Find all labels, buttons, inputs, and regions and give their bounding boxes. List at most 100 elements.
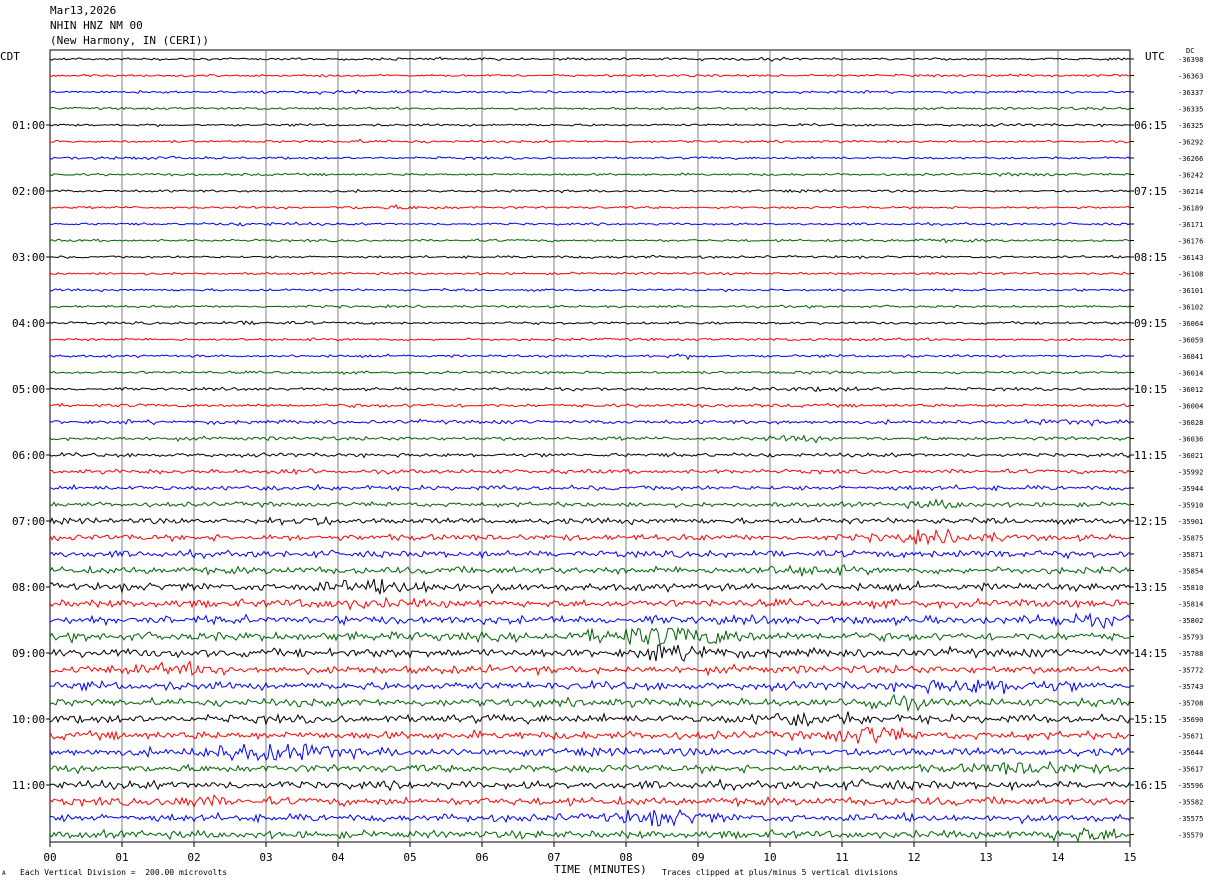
dc-offset-label: -36004: [1178, 403, 1203, 411]
left-time-label: 11:00: [12, 779, 45, 792]
dc-offset-label: -35875: [1178, 535, 1203, 543]
dc-offset-label: -35772: [1178, 667, 1203, 675]
trace-line: [49, 337, 1131, 342]
trace-line: [49, 515, 1131, 527]
trace-line: [49, 726, 1131, 744]
left-time-label: 09:00: [12, 647, 45, 660]
left-time-label: 04:00: [12, 317, 45, 330]
dc-offset-label: -35575: [1178, 815, 1203, 823]
dc-offset-label: -36064: [1178, 320, 1203, 328]
trace-line: [49, 188, 1131, 194]
x-tick-label: 13: [979, 851, 992, 864]
dc-offset-label: -36242: [1178, 172, 1203, 180]
trace-line: [49, 612, 1131, 630]
trace-line: [49, 434, 1131, 444]
dc-offset-label: -36335: [1178, 106, 1203, 114]
right-time-label: 11:15: [1134, 449, 1167, 462]
dc-offset-label: -35708: [1178, 700, 1203, 708]
dc-offset-label: -35871: [1178, 551, 1203, 559]
dc-offset-label: -36176: [1178, 238, 1203, 246]
trace-line: [49, 528, 1131, 546]
dc-offset-label: -36102: [1178, 304, 1203, 312]
left-time-label: 07:00: [12, 515, 45, 528]
x-tick-label: 04: [331, 851, 345, 864]
right-time-label: 12:15: [1134, 515, 1167, 528]
x-tick-label: 09: [691, 851, 704, 864]
x-tick-label: 01: [115, 851, 128, 864]
dc-offset-label: -35992: [1178, 469, 1203, 477]
trace-line: [49, 138, 1131, 144]
dc-offset-label: -36101: [1178, 287, 1203, 295]
trace-line: [49, 204, 1131, 210]
trace-line: [49, 644, 1131, 662]
dc-offset-label: -36028: [1178, 419, 1203, 427]
right-time-label: 16:15: [1134, 779, 1167, 792]
dc-offset-label: -36292: [1178, 139, 1203, 147]
trace-line: [49, 626, 1131, 646]
right-time-label: 07:15: [1134, 185, 1167, 198]
trace-line: [49, 89, 1131, 95]
dc-offset-label: -35910: [1178, 502, 1203, 510]
x-tick-label: 10: [763, 851, 776, 864]
trace-line: [49, 596, 1131, 611]
dc-offset-label: -35944: [1178, 485, 1203, 493]
dc-offset-label: -36266: [1178, 155, 1203, 163]
dc-offset-label: -36036: [1178, 436, 1203, 444]
dc-offset-label: -35671: [1178, 733, 1203, 741]
dc-offset-label: -36171: [1178, 221, 1203, 229]
left-time-label: 08:00: [12, 581, 45, 594]
corner-mark: A: [2, 870, 6, 877]
dc-offset-label: -35644: [1178, 749, 1203, 757]
trace-line: [49, 287, 1131, 293]
dc-offset-label: -36012: [1178, 386, 1203, 394]
right-time-label: 13:15: [1134, 581, 1167, 594]
right-time-label: 06:15: [1134, 119, 1167, 132]
trace-line: [49, 238, 1131, 244]
trace-line: [49, 760, 1131, 775]
dc-offset-label: -35788: [1178, 650, 1203, 658]
clip-note: Traces clipped at plus/minus 5 vertical …: [662, 868, 899, 877]
x-tick-label: 14: [1051, 851, 1065, 864]
dc-offset-label: -35814: [1178, 601, 1203, 609]
dc-offset-label: -36021: [1178, 452, 1203, 460]
helicorder-plot: 00 01 02 03 04 05 06 07 08 09 10 11 12 13 14 15-36398-3…: [12, 49, 1203, 864]
trace-line: [49, 564, 1131, 577]
x-axis-title: TIME (MINUTES): [554, 863, 647, 876]
dc-offset-label: -36214: [1178, 188, 1203, 196]
x-tick-label: 05: [403, 851, 416, 864]
trace-line: [49, 386, 1130, 393]
trace-line: [49, 402, 1131, 409]
dc-offset-label: -36325: [1178, 122, 1203, 130]
trace-line: [49, 498, 1131, 510]
dc-offset-label: -35743: [1178, 683, 1203, 691]
trace-line: [49, 122, 1131, 128]
right-time-label: 15:15: [1134, 713, 1167, 726]
x-tick-label: 03: [259, 851, 272, 864]
dc-offset-label: -36337: [1178, 89, 1203, 97]
trace-line: [49, 548, 1131, 560]
left-time-label: 03:00: [12, 251, 45, 264]
right-time-label: 08:15: [1134, 251, 1167, 264]
dc-offset-label: -35617: [1178, 766, 1203, 774]
trace-line: [49, 73, 1131, 78]
trace-line: [49, 155, 1131, 161]
trace-line: [49, 353, 1131, 361]
dc-offset-label: -36398: [1178, 56, 1203, 64]
left-time-label: 06:00: [12, 449, 45, 462]
dc-offset-label: -35810: [1178, 584, 1203, 592]
trace-line: [49, 468, 1131, 476]
x-tick-label: 11: [835, 851, 848, 864]
trace-line: [49, 808, 1131, 827]
left-time-label: 05:00: [12, 383, 45, 396]
trace-line: [49, 827, 1131, 843]
right-time-label: 09:15: [1134, 317, 1167, 330]
dc-offset-label: -35579: [1178, 832, 1203, 840]
dc-offset-label: -36108: [1178, 271, 1203, 279]
dc-offset-label: -36189: [1178, 205, 1203, 213]
scale-note: Each Vertical Division = 200.00 microvol…: [20, 868, 228, 877]
dc-offset-label: -36059: [1178, 337, 1203, 345]
dc-offset-label: -35690: [1178, 716, 1203, 724]
trace-line: [49, 254, 1131, 260]
plot-frame: [49, 49, 1131, 843]
x-tick-label: 15: [1123, 851, 1136, 864]
